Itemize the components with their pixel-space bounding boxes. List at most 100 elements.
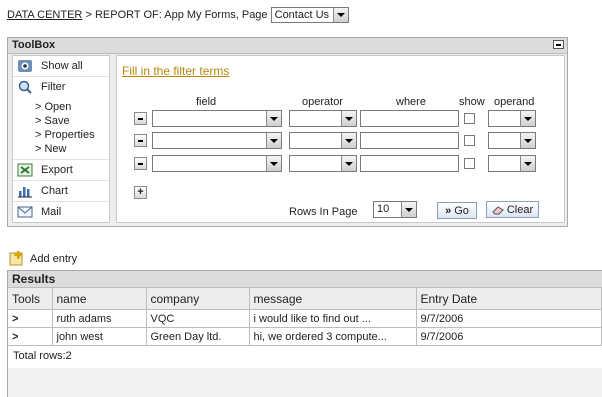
remove-row-button[interactable] (134, 112, 147, 125)
operand-select[interactable] (488, 132, 536, 149)
chevron-down-icon (341, 156, 356, 171)
cell-entry-date: 9/7/2006 (416, 309, 602, 328)
column-header-field: field (196, 96, 217, 108)
rows-in-page-select[interactable]: 10 (373, 201, 417, 218)
column-header-operator: operator (302, 96, 343, 108)
toolbox-header: ToolBox (8, 38, 567, 54)
clear-button[interactable]: Clear (486, 201, 539, 218)
remove-row-button[interactable] (134, 134, 147, 147)
toolbox-panel: ToolBox Show all Filter Open Save Proper… (7, 37, 568, 227)
cell-company: Green Day ltd. (146, 327, 250, 346)
chevron-down-icon (341, 133, 356, 148)
total-rows: Total rows:2 (8, 346, 602, 368)
where-input[interactable] (360, 155, 459, 172)
results-panel: Results Tools name company message Entry… (7, 270, 602, 397)
go-button[interactable]: » Go (437, 202, 477, 219)
column-header-name[interactable]: name (52, 288, 147, 310)
chevron-down-icon (266, 133, 281, 148)
cell-message: i would like to find out ... (249, 309, 417, 328)
operator-select[interactable] (289, 132, 357, 149)
where-input[interactable] (360, 110, 459, 127)
menu-item-show-all[interactable]: Show all (13, 56, 109, 77)
remove-row-button[interactable] (134, 157, 147, 170)
page-select[interactable]: Contact Us (270, 7, 349, 23)
magnifier-icon (17, 80, 33, 94)
breadcrumb-data-center-link[interactable]: DATA CENTER (7, 9, 82, 21)
excel-icon (17, 163, 33, 177)
breadcrumb: DATA CENTER > REPORT OF: App My Forms, P… (7, 7, 349, 23)
chevron-down-icon (520, 156, 535, 171)
cell-name: ruth adams (52, 309, 147, 328)
column-header-operand: operand (494, 96, 535, 108)
breadcrumb-report-name: App My Forms, Page (164, 8, 268, 21)
mail-icon (17, 205, 33, 219)
breadcrumb-separator: > (85, 8, 92, 21)
table-row[interactable]: > ruth adams VQC i would like to find ou… (8, 309, 602, 328)
menu-item-label: Mail (41, 206, 62, 218)
rows-in-page-label: Rows In Page (289, 206, 358, 218)
column-header-show: show (459, 96, 485, 108)
operand-select[interactable] (488, 110, 536, 127)
field-select[interactable] (152, 132, 282, 149)
show-checkbox[interactable] (464, 158, 475, 169)
operator-select[interactable] (289, 110, 357, 127)
fill-filter-terms-link[interactable]: Fill in the filter terms (122, 64, 229, 78)
add-entry-link[interactable]: Add entry (9, 251, 77, 266)
add-plus-icon (9, 251, 25, 266)
double-chevron-right-icon: » (445, 204, 452, 217)
operand-select[interactable] (488, 155, 536, 172)
chevron-down-icon (266, 156, 281, 171)
submenu-open[interactable]: Open (13, 100, 109, 114)
column-header-entry-date[interactable]: Entry Date (416, 288, 602, 310)
toolbox-menu: Show all Filter Open Save Properties New… (12, 55, 110, 223)
chevron-down-icon (520, 133, 535, 148)
menu-item-chart[interactable]: Chart (13, 181, 109, 202)
cell-company: VQC (146, 309, 250, 328)
row-tool-arrow-icon[interactable]: > (8, 309, 53, 328)
chevron-down-icon (520, 111, 535, 126)
show-checkbox[interactable] (464, 135, 475, 146)
minimize-button[interactable] (553, 40, 564, 49)
results-title: Results (8, 271, 602, 288)
go-button-label: Go (454, 204, 469, 217)
chevron-down-icon (341, 111, 356, 126)
show-checkbox[interactable] (464, 113, 475, 124)
menu-item-label: Filter (41, 81, 66, 93)
column-header-tools[interactable]: Tools (8, 288, 53, 310)
chevron-down-icon (401, 202, 416, 217)
cell-name: john west (52, 327, 147, 346)
row-tool-arrow-icon[interactable]: > (8, 327, 53, 346)
eraser-icon (492, 205, 504, 215)
field-select[interactable] (152, 155, 282, 172)
menu-item-label: Chart (41, 185, 68, 197)
where-input[interactable] (360, 132, 459, 149)
operator-select[interactable] (289, 155, 357, 172)
menu-item-mail[interactable]: Mail (13, 202, 109, 222)
field-select[interactable] (152, 110, 282, 127)
menu-item-filter[interactable]: Filter (13, 77, 109, 97)
column-header-message[interactable]: message (249, 288, 417, 310)
rows-in-page-value: 10 (377, 203, 390, 215)
clear-button-label: Clear (506, 203, 534, 216)
table-row[interactable]: > john west Green Day ltd. hi, we ordere… (8, 327, 602, 346)
submenu-save[interactable]: Save (13, 114, 109, 128)
submenu-properties[interactable]: Properties (13, 128, 109, 142)
eye-icon (17, 59, 33, 73)
submenu-new[interactable]: New (13, 142, 109, 156)
page-select-value: Contact Us (274, 9, 330, 21)
chevron-down-icon (266, 111, 281, 126)
menu-item-export[interactable]: Export (13, 159, 109, 181)
table-header-row: Tools name company message Entry Date (8, 288, 602, 310)
cell-entry-date: 9/7/2006 (416, 327, 602, 346)
column-header-company[interactable]: company (146, 288, 250, 310)
add-entry-label: Add entry (30, 252, 78, 265)
toolbox-title: ToolBox (12, 39, 56, 51)
filter-panel: Fill in the filter terms field operator … (116, 55, 565, 223)
results-table: Tools name company message Entry Date > … (8, 288, 602, 346)
chevron-down-icon (332, 8, 348, 22)
add-row-button[interactable]: + (134, 186, 147, 199)
column-header-where: where (396, 96, 426, 108)
breadcrumb-report-prefix: REPORT OF: (94, 8, 162, 21)
menu-item-label: Export (41, 164, 73, 176)
cell-message: hi, we ordered 3 compute... (249, 327, 417, 346)
